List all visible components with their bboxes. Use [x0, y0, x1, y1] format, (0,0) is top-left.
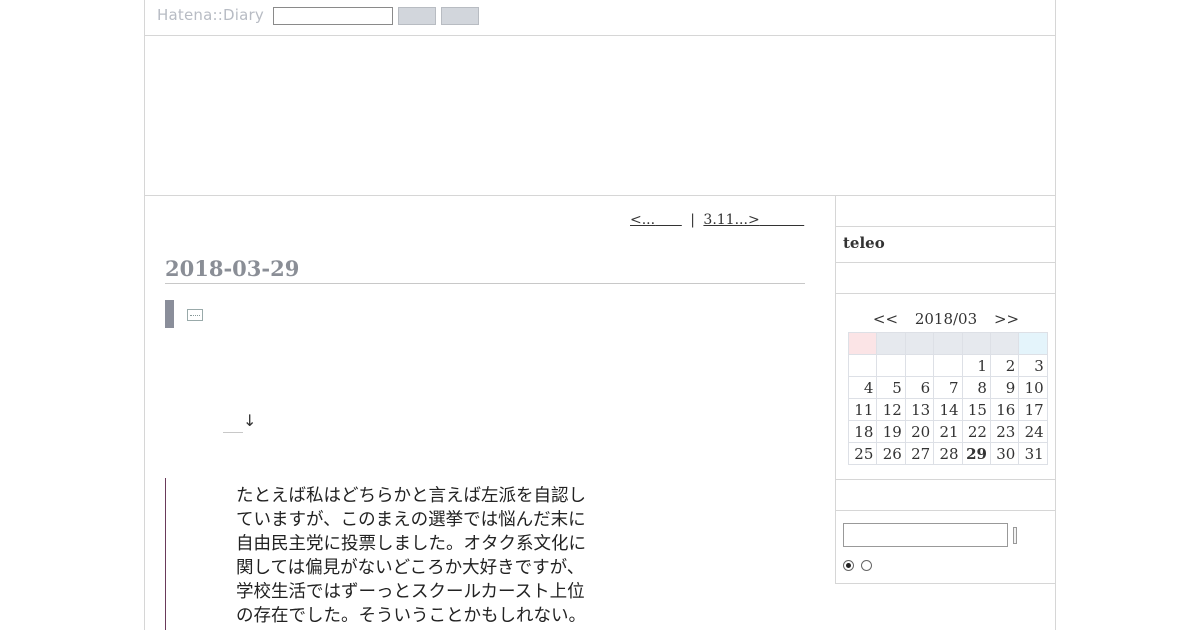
calendar-day[interactable]: 11 [847, 398, 878, 421]
calendar-weekday-cell [989, 332, 1020, 355]
calendar-month: 2018/03 [914, 310, 978, 328]
divider-line [223, 432, 243, 433]
calendar-header: << 2018/03 >> [836, 310, 1055, 328]
sidebar-divider [836, 262, 1055, 263]
calendar-empty-cell [847, 354, 878, 377]
calendar-day[interactable]: 26 [876, 442, 906, 465]
calendar-empty-cell [904, 354, 935, 377]
calendar-day[interactable]: 18 [847, 420, 878, 443]
calendar-day[interactable]: 12 [876, 398, 906, 421]
calendar-empty-cell [876, 354, 906, 377]
calendar-weekday-cell [876, 332, 906, 355]
calendar-day[interactable]: 10 [1018, 376, 1048, 399]
calendar-day[interactable]: 23 [989, 420, 1020, 443]
hatena-topbar: Hatena::Diary [145, 0, 1055, 36]
calendar-day[interactable]: 3 [1018, 354, 1048, 377]
calendar-week-row: 123 [847, 354, 1048, 377]
next-entry-link[interactable]: 3.11...> [703, 212, 759, 228]
sidebar-divider [836, 293, 1055, 294]
calendar-weekday-cell [847, 332, 878, 355]
calendar-weekday-row [847, 332, 1048, 355]
calendar-day[interactable]: 22 [961, 420, 991, 443]
calendar-empty-cell [933, 354, 963, 377]
entry-navigation: <... | 3.11...> [630, 212, 804, 228]
nav-separator: | [690, 212, 695, 228]
blog-header [145, 36, 1055, 196]
calendar: 1 2 3 4 5 6 7 8 9 10 11 12 13 14 15 16 17 18 19 20 21 22 23 24 2… [847, 332, 1048, 465]
topbar-search-input[interactable] [273, 7, 393, 25]
calendar-prev-link[interactable]: << [873, 310, 898, 328]
calendar-week-row: 18 19 20 21 22 23 24 [847, 420, 1048, 443]
sidebar-divider [836, 479, 1055, 480]
calendar-day[interactable]: 1 [961, 354, 991, 377]
hatena-logo[interactable]: Hatena::Diary [157, 6, 264, 24]
calendar-day[interactable]: 28 [933, 442, 963, 465]
calendar-day[interactable]: 13 [904, 398, 935, 421]
calendar-weekday-cell [1018, 332, 1048, 355]
calendar-day[interactable]: 15 [961, 398, 991, 421]
calendar-day[interactable]: 20 [904, 420, 935, 443]
prev-entry-link[interactable]: <... [630, 212, 655, 228]
sidebar: teleo << 2018/03 >> 1 2 3 4 5 6 7 8 9 10 11 12 13 14 1… [835, 196, 1055, 584]
calendar-day[interactable]: 17 [1018, 398, 1048, 421]
calendar-day[interactable]: 7 [933, 376, 963, 399]
page: Hatena::Diary <... | 3.11...> 2018-03-29… [144, 0, 1056, 630]
calendar-day[interactable]: 5 [876, 376, 906, 399]
calendar-day[interactable]: 6 [904, 376, 935, 399]
calendar-day[interactable]: 31 [1018, 442, 1048, 465]
section-marker [165, 300, 174, 328]
calendar-day[interactable]: 14 [933, 398, 963, 421]
calendar-day[interactable]: 2 [989, 354, 1020, 377]
calendar-day[interactable]: 29 [961, 442, 991, 465]
calendar-week-row: 25 26 27 28 29 30 31 [847, 442, 1048, 465]
calendar-day[interactable]: 16 [989, 398, 1020, 421]
topbar-secondary-button[interactable] [441, 7, 479, 25]
calendar-weekday-cell [904, 332, 935, 355]
sidebar-divider [836, 226, 1055, 227]
calendar-day[interactable]: 24 [1018, 420, 1048, 443]
sidebar-user-name[interactable]: teleo [843, 234, 885, 252]
calendar-week-row: 11 12 13 14 15 16 17 [847, 398, 1048, 421]
search-scope-radio-diary[interactable] [843, 560, 854, 571]
sidebar-search-input[interactable] [843, 523, 1008, 547]
entry-date: 2018-03-29 [165, 256, 805, 284]
calendar-day[interactable]: 4 [847, 376, 878, 399]
calendar-week-row: 4 5 6 7 8 9 10 [847, 376, 1048, 399]
calendar-day[interactable]: 9 [989, 376, 1020, 399]
calendar-day[interactable]: 25 [847, 442, 878, 465]
calendar-day[interactable]: 21 [933, 420, 963, 443]
sidebar-divider [836, 510, 1055, 511]
broken-image-icon [187, 309, 203, 321]
topbar-search-button[interactable] [398, 7, 436, 25]
calendar-weekday-cell [933, 332, 963, 355]
calendar-next-link[interactable]: >> [994, 310, 1019, 328]
calendar-day[interactable]: 8 [961, 376, 991, 399]
sidebar-search-button[interactable] [1013, 527, 1017, 544]
calendar-day[interactable]: 30 [989, 442, 1020, 465]
blockquote-text: たとえば私はどちらかと言えば左派を自認していますが、このまえの選挙では悩んだ末に… [236, 486, 586, 626]
down-arrow: ↓ [243, 411, 257, 430]
search-scope-radio-all[interactable] [861, 560, 872, 571]
calendar-day[interactable]: 27 [904, 442, 935, 465]
blockquote-border [165, 478, 166, 630]
calendar-weekday-cell [961, 332, 991, 355]
calendar-day[interactable]: 19 [876, 420, 906, 443]
main-content: <... | 3.11...> 2018-03-29 ↓ たとえば私はどちらかと… [145, 196, 835, 630]
